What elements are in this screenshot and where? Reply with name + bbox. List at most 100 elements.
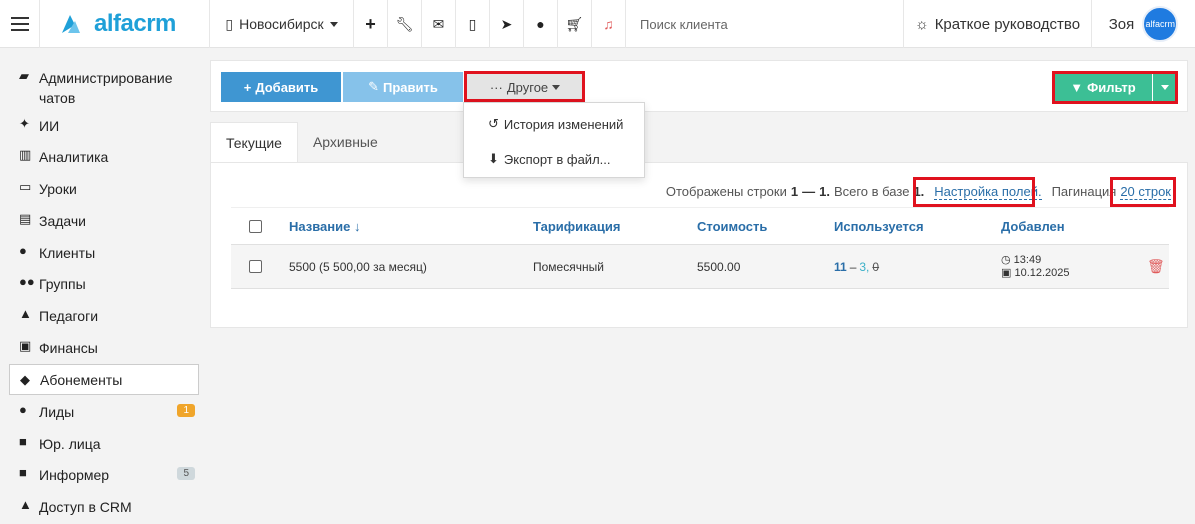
column-header-added[interactable]: Добавлен — [1001, 208, 1065, 244]
added-date-value: 10.12.2025 — [1014, 266, 1070, 279]
select-all-checkbox[interactable] — [249, 219, 262, 233]
sidebar-item-label: Задачи — [39, 213, 87, 229]
clock-icon: ◷ — [1001, 253, 1011, 266]
menu-item-history[interactable]: ↺ История изменений — [488, 116, 623, 132]
download-icon: ⬇ — [488, 151, 499, 166]
toolbar: + Добавить ✎ Править ··· Другое ▼ Фильтр — [210, 60, 1188, 112]
add-button[interactable]: + Добавить — [221, 72, 341, 102]
plus-icon[interactable]: + — [354, 0, 388, 48]
export-label: Экспорт в файл... — [503, 151, 611, 167]
badge: 1 — [177, 404, 195, 417]
sidebar-item-legal[interactable]: ■ Юр. лица — [9, 434, 199, 454]
used-active[interactable]: 11 — [834, 260, 847, 274]
briefcase-icon: ■ — [19, 434, 27, 449]
inbox-icon: ■ — [19, 465, 27, 480]
search-input[interactable] — [640, 16, 860, 32]
sidebar-item-clients[interactable]: ● Клиенты — [9, 243, 199, 263]
sidebar-item-analytics[interactable]: ▥ Аналитика — [9, 147, 199, 167]
other-button[interactable]: ··· Другое — [465, 72, 585, 102]
added-time-value: 13:49 — [1013, 253, 1042, 266]
cart-icon[interactable]: 🛒︎ — [558, 0, 592, 48]
branch-selector[interactable]: ▯ Новосибирск — [210, 0, 354, 48]
table-header: Название ↓ Тарификация Стоимость Использ… — [231, 207, 1169, 245]
users-icon: ●● — [19, 274, 35, 289]
filter-button[interactable]: ▼ Фильтр — [1054, 72, 1152, 102]
money-icon: ▣ — [19, 338, 32, 353]
sidebar-item-teachers[interactable]: ▲ Педагоги — [9, 306, 199, 326]
trash-icon[interactable]: 🗑︎ — [1147, 245, 1165, 288]
sidebar-item-groups[interactable]: ●● Группы — [9, 274, 199, 294]
table-row[interactable]: 5500 (5 500,00 за месяц) Помесячный 5500… — [231, 245, 1169, 289]
lock-icon: ▲ — [19, 497, 32, 512]
phone-icon[interactable]: ▯ — [456, 0, 490, 48]
calendar-icon: ▣ — [1001, 266, 1012, 279]
sidebar-item-lessons[interactable]: ▭ Уроки — [9, 179, 199, 199]
sidebar-item-label: Уроки — [39, 181, 77, 197]
tab-current[interactable]: Текущие — [210, 122, 298, 162]
pagination-link[interactable]: 20 строк — [1120, 184, 1171, 200]
used-expired[interactable]: 0 — [872, 260, 879, 274]
column-header-tarif[interactable]: Тарификация — [533, 208, 620, 244]
logo[interactable]: alfacrm — [40, 0, 210, 48]
sidebar-item-label: ИИ — [39, 118, 60, 134]
sidebar-item-subscriptions[interactable]: ◆ Абонементы — [9, 364, 199, 395]
edit-button[interactable]: ✎ Править — [343, 72, 463, 102]
sidebar-item-ai[interactable]: ✦ ИИ — [9, 116, 199, 136]
cell-used: 11 – 3, 0 — [834, 245, 879, 288]
filter-label: Фильтр — [1087, 79, 1136, 95]
sidebar-item-informer[interactable]: ■ Информер 5 — [9, 465, 199, 485]
bell-icon[interactable]: ♫ — [592, 0, 626, 48]
graduation-cap-icon: ▲ — [19, 306, 32, 321]
user-menu[interactable]: Зоя alfacrm — [1092, 0, 1195, 48]
filter-dropdown-toggle[interactable] — [1153, 72, 1177, 102]
total-prefix: Всего в базе — [833, 184, 910, 199]
sidebar-item-label: Абонементы — [40, 371, 123, 388]
menu-item-export[interactable]: ⬇ Экспорт в файл... — [488, 151, 611, 167]
wrench-icon[interactable]: 🔧︎ — [388, 0, 422, 48]
sidebar-item-label: Лиды — [39, 404, 75, 420]
column-header-name[interactable]: Название ↓ — [289, 208, 360, 244]
sidebar-item-leads[interactable]: ● Лиды 1 — [9, 402, 199, 422]
badge: 5 — [177, 467, 195, 480]
row-checkbox[interactable] — [249, 260, 262, 273]
chat-icon[interactable]: ● — [524, 0, 558, 48]
menu-icon[interactable] — [0, 0, 40, 48]
row-checkbox-cell — [249, 245, 262, 288]
user-name: Зоя — [1108, 15, 1135, 33]
column-header-used[interactable]: Используется — [834, 208, 924, 244]
add-label: Добавить — [255, 79, 319, 95]
cell-name[interactable]: 5500 (5 500,00 за месяц) — [289, 245, 427, 288]
chevron-down-icon — [1161, 84, 1169, 90]
used-pending[interactable]: 3, — [859, 260, 869, 274]
pencil-icon: ✎ — [368, 79, 380, 94]
sidebar-item-tasks[interactable]: ▤ Задачи — [9, 211, 199, 231]
rows-dash: — — [802, 184, 816, 199]
branch-label: Новосибирск — [239, 16, 324, 32]
telegram-icon[interactable]: ➤ — [490, 0, 524, 48]
ellipsis-icon: ··· — [489, 79, 503, 95]
column-header-cost[interactable]: Стоимость — [697, 208, 767, 244]
avatar[interactable]: alfacrm — [1142, 6, 1179, 42]
envelope-icon[interactable]: ✉ — [422, 0, 456, 48]
tab-archive[interactable]: Архивные — [298, 122, 393, 162]
sidebar-item-finance[interactable]: ▣ Финансы — [9, 338, 199, 358]
sidebar-item-crm-access[interactable]: ▲ Доступ в CRM — [9, 497, 199, 517]
guide-link[interactable]: ☼ Краткое руководство — [904, 0, 1092, 48]
calendar-icon: ▭ — [19, 179, 32, 194]
sidebar-item-label: Финансы — [39, 340, 98, 356]
rows-from: 1 — [790, 184, 799, 199]
book-icon: ▰ — [19, 68, 29, 83]
rows-total: 1. — [913, 184, 925, 199]
chevron-down-icon — [329, 21, 338, 27]
map-icon: ▥ — [19, 147, 32, 162]
search-box[interactable] — [626, 0, 904, 48]
top-bar: alfacrm ▯ Новосибирск + 🔧︎ ✉ ▯ ➤ ● 🛒︎ ♫ … — [0, 0, 1195, 48]
guide-label: Краткое руководство — [934, 15, 1081, 33]
added-date: ▣ 10.12.2025 — [1001, 267, 1070, 280]
user-icon: ● — [19, 243, 27, 258]
subscriptions-table: Название ↓ Тарификация Стоимость Использ… — [231, 207, 1169, 289]
used-separator: – — [849, 259, 857, 274]
sidebar-item-chat-admin[interactable]: ▰ Администрирование чатов — [9, 68, 199, 108]
fields-settings-link[interactable]: Настройка полей. — [934, 184, 1042, 200]
cell-added: ◷ 13:49 ▣ 10.12.2025 — [1001, 245, 1070, 288]
